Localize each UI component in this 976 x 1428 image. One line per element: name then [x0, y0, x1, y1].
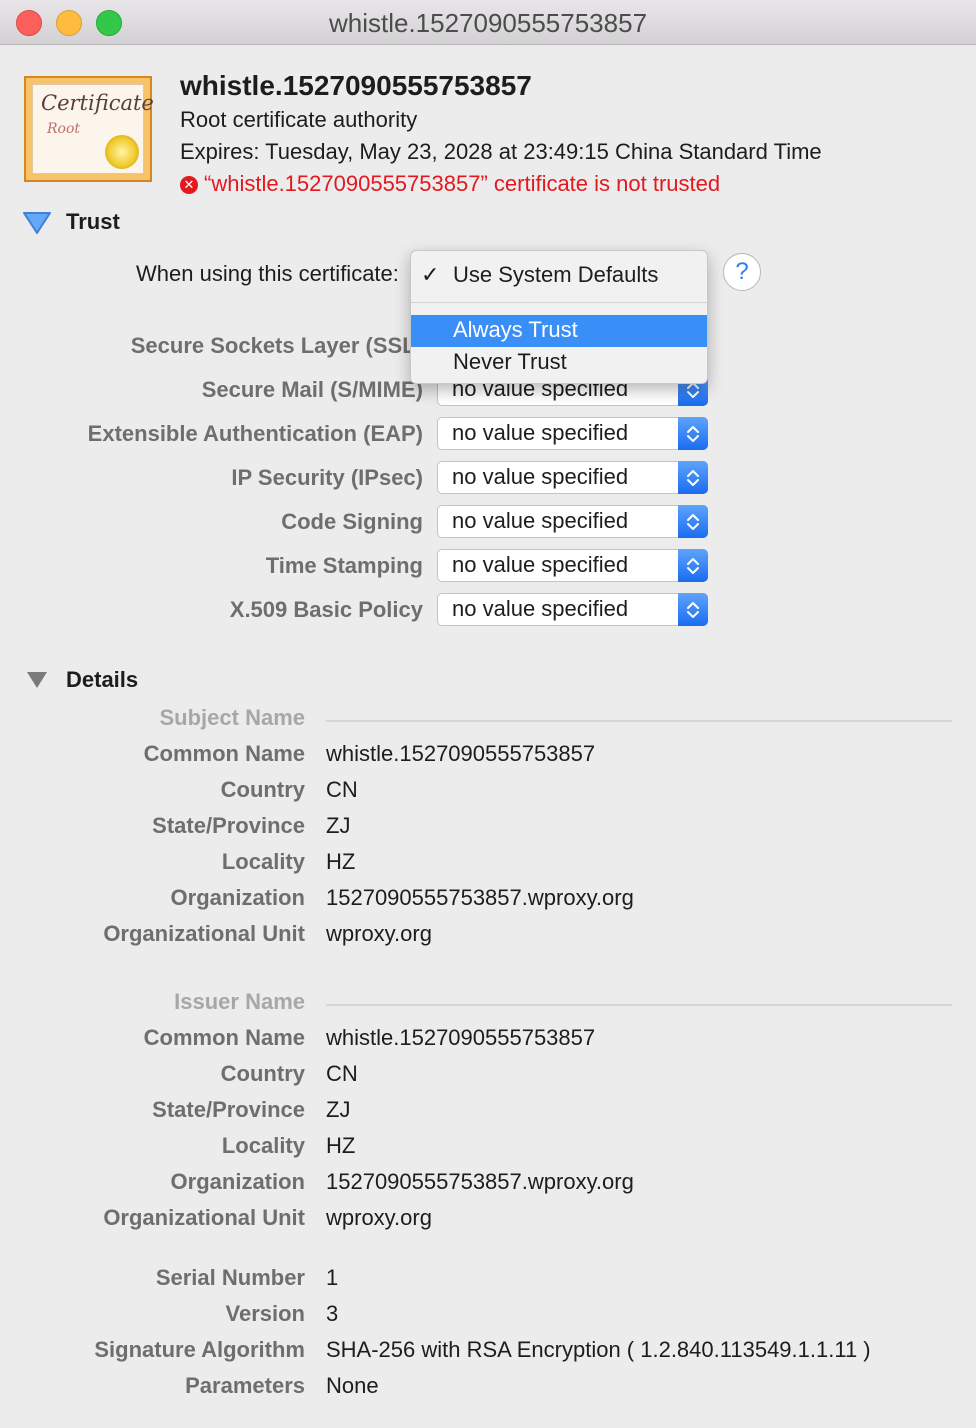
details-field-value: wproxy.org: [326, 1205, 432, 1230]
menu-item-always-trust[interactable]: Always Trust: [411, 315, 707, 347]
up-down-chevron-icon: [678, 505, 708, 538]
details-field-value: HZ: [326, 1133, 356, 1158]
details-group-heading: Issuer Name: [174, 989, 305, 1014]
menu-item-never-trust[interactable]: Never Trust: [411, 347, 707, 379]
menu-item-use-system-defaults[interactable]: ✓ Use System Defaults: [411, 260, 707, 292]
trust-status: ✕ “whistle.1527090555753857” certificate …: [180, 171, 720, 197]
trust-policy-value: no value specified: [452, 508, 629, 533]
details-field-value: 1: [326, 1265, 339, 1290]
help-button[interactable]: ?: [723, 253, 761, 291]
title-bar: whistle.1527090555753857: [0, 0, 976, 45]
certificate-kind: Root certificate authority: [180, 107, 418, 132]
when-using-label: When using this certificate:: [136, 261, 399, 286]
details-field-label: Serial Number: [155, 1265, 305, 1290]
trust-policy-popup[interactable]: no value specified: [437, 505, 708, 538]
checkmark-icon: ✓: [421, 262, 440, 287]
details-field-value: HZ: [326, 849, 356, 874]
details-field-label: Country: [220, 1061, 305, 1086]
details-field-label: Common Name: [143, 1025, 305, 1050]
details-field-value: 3: [326, 1301, 339, 1326]
certificate-expiry: Expires: Tuesday, May 23, 2028 at 23:49:…: [180, 139, 822, 164]
up-down-chevron-icon: [678, 461, 708, 494]
details-field-label: Version: [225, 1301, 305, 1326]
details-field-value: SHA-256 with RSA Encryption ( 1.2.840.11…: [326, 1337, 871, 1362]
error-icon: ✕: [180, 176, 198, 194]
seal-icon: [105, 135, 139, 169]
up-down-chevron-icon: [678, 593, 708, 626]
details-disclosure-icon[interactable]: [26, 670, 48, 690]
trust-row-label: IP Security (IPsec): [231, 465, 423, 490]
details-field-label: Organization: [170, 1169, 305, 1194]
details-field-value: whistle.1527090555753857: [326, 741, 596, 766]
details-field-label: Country: [220, 777, 305, 802]
details-field-value: CN: [326, 777, 358, 802]
trust-policy-popup[interactable]: no value specified: [437, 461, 708, 494]
details-field-value: whistle.1527090555753857: [326, 1025, 596, 1050]
trust-row-label: Time Stamping: [265, 553, 423, 578]
trust-row-label: Code Signing: [281, 509, 423, 534]
details-field-label: Organization: [170, 885, 305, 910]
certificate-icon: Certificate Root: [24, 76, 154, 182]
trust-disclosure-icon[interactable]: [22, 210, 52, 236]
details-section-title: Details: [66, 667, 139, 692]
details-field-label: Parameters: [185, 1373, 305, 1398]
certificate-name: whistle.1527090555753857: [180, 70, 532, 101]
details-field-label: Common Name: [143, 741, 305, 766]
up-down-chevron-icon: [678, 549, 708, 582]
details-field-label: Organizational Unit: [103, 1205, 305, 1230]
details-field-label: Locality: [221, 1133, 305, 1158]
certificate-icon-word: Certificate: [41, 91, 154, 115]
trust-policy-popup[interactable]: no value specified: [437, 417, 708, 450]
trust-policy-popup[interactable]: no value specified: [437, 549, 708, 582]
details-field-label: State/Province: [152, 1097, 305, 1122]
window-title: whistle.1527090555753857: [328, 8, 648, 38]
details-group-heading: Subject Name: [159, 705, 306, 730]
when-using-menu: ✓ Use System Defaults Always Trust Never…: [410, 250, 708, 384]
details-field-label: Signature Algorithm: [94, 1337, 305, 1362]
trust-row-label: X.509 Basic Policy: [229, 597, 423, 622]
trust-policy-value: no value specified: [452, 464, 629, 489]
details-field-value: None: [326, 1373, 379, 1398]
menu-item-label: Use System Defaults: [453, 262, 659, 287]
trust-status-text: “whistle.1527090555753857” certificate i…: [204, 171, 721, 196]
details-field-label: Organizational Unit: [103, 921, 305, 946]
trust-policy-value: no value specified: [452, 596, 629, 621]
details-field-value: 1527090555753857.wproxy.org: [326, 1169, 634, 1194]
details-field-value: wproxy.org: [326, 921, 432, 946]
details-field-value: ZJ: [326, 813, 351, 838]
details-field-label: Locality: [221, 849, 305, 874]
up-down-chevron-icon: [678, 417, 708, 450]
details-field-value: ZJ: [326, 1097, 351, 1122]
trust-row-label: Secure Sockets Layer (SSL): [130, 333, 423, 358]
details-field-value: 1527090555753857.wproxy.org: [326, 885, 634, 910]
menu-item-label: Never Trust: [453, 349, 567, 374]
details-field-label: State/Province: [152, 813, 305, 838]
menu-item-label: Always Trust: [453, 317, 578, 342]
trust-section-title: Trust: [66, 209, 120, 234]
trust-policy-popup[interactable]: no value specified: [437, 593, 708, 626]
trust-policy-value: no value specified: [452, 552, 629, 577]
details-field-value: CN: [326, 1061, 358, 1086]
trust-row-label: Secure Mail (S/MIME): [201, 377, 423, 402]
trust-policy-value: no value specified: [452, 420, 629, 445]
certificate-icon-sub: Root: [47, 121, 81, 137]
details-divider: [326, 1004, 952, 1006]
menu-separator: [411, 302, 707, 303]
details-divider: [326, 720, 952, 722]
trust-row-label: Extensible Authentication (EAP): [87, 421, 423, 446]
